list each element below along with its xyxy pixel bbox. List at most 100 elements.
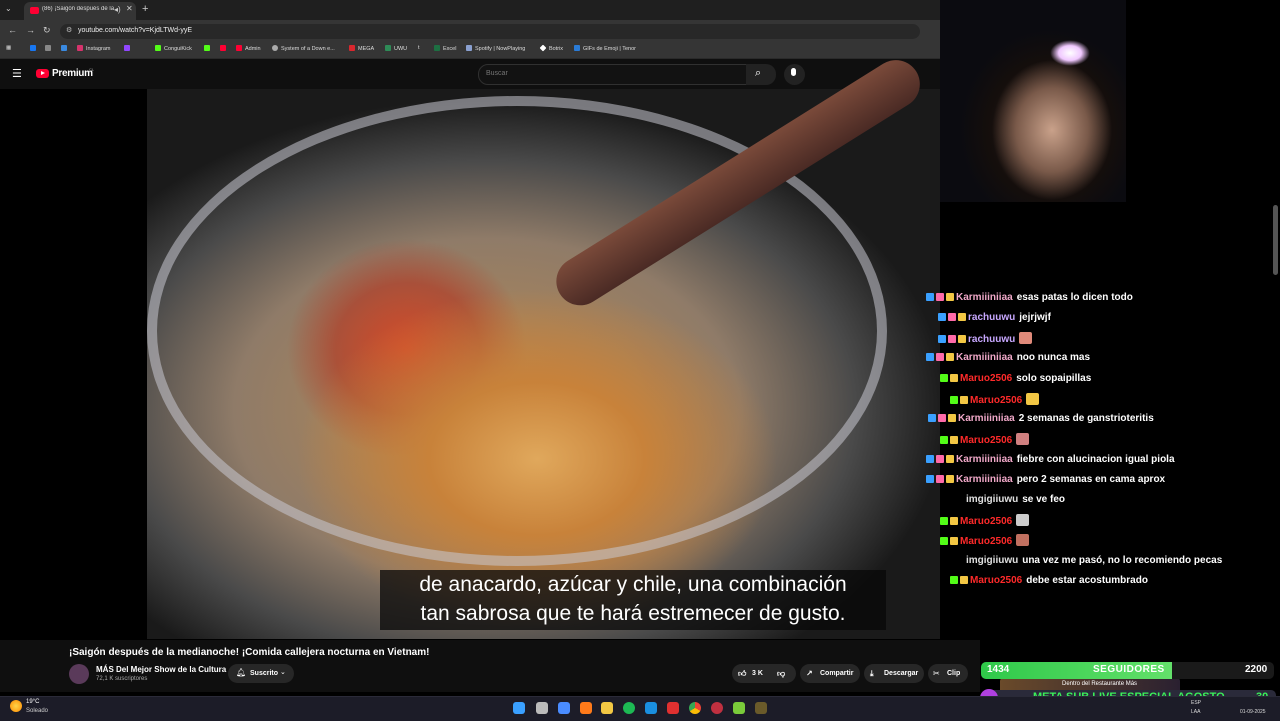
chat-badge-icon [950,537,958,545]
chat-text: 2 semanas de ganstrioteritis [1018,413,1154,424]
keyboard-language[interactable]: ESP [1191,700,1201,706]
chat-badge-icon [946,353,954,361]
chat-badge-icon [948,414,956,422]
search-input[interactable] [486,70,726,77]
chat-text: fiebre con alucinacion igual piola [1016,454,1175,465]
tab-search-icon[interactable]: ⌄ [5,4,12,13]
task-view-icon[interactable] [536,702,548,714]
chat-badge-icon [950,374,958,382]
chat-username[interactable]: imgigiiuwu [966,494,1018,505]
forward-icon[interactable]: → [26,25,35,35]
bookmark-conguikick[interactable]: ConguiKick [155,45,192,52]
chat-message: Maruo2506 [940,514,1030,527]
like-icon[interactable]: 👍︎ [738,669,746,679]
page-scrollbar[interactable] [1273,205,1278,275]
channel-name[interactable]: MÁS Del Mejor Show de la Cultura [96,665,226,674]
tab-youtube[interactable]: (86) ¡Saigón después de la m ◂) ✕ [24,2,136,20]
chat-username[interactable]: Maruo2506 [960,516,1012,527]
kick-icon[interactable] [204,45,213,52]
bookmark-spotify[interactable]: Spotify | NowPlaying [466,45,525,52]
chat-badge-icon [950,436,958,444]
youtube-premium-logo[interactable]: Premium [52,68,93,79]
weather-temp[interactable]: 19°C [26,699,39,705]
chat-message: rachuuwu [938,332,1033,345]
obs-icon[interactable] [711,702,723,714]
chat-badge-icon [946,293,954,301]
video-title: ¡Saigón después de la medianoche! ¡Comid… [69,647,430,658]
spotify-icon[interactable] [623,702,635,714]
chat-username[interactable]: Maruo2506 [970,575,1022,586]
copilot-icon[interactable] [558,702,570,714]
url-text[interactable]: youtube.com/watch?v=KjdLTWd-yyE [78,27,192,34]
windows-start-icon[interactable] [513,702,525,714]
hamburger-menu-icon[interactable]: ☰ [12,67,22,80]
bookmark-icon[interactable] [45,45,54,52]
chrome-icon[interactable] [689,702,701,714]
like-count[interactable]: 3 K [752,670,763,677]
chat-username[interactable]: Karmiiiniiaa [956,352,1013,363]
firefox-icon[interactable] [580,702,592,714]
bookmark-gifs-tenor[interactable]: GIFs de Emoji | Tenor [574,45,636,52]
tumblr-icon[interactable]: t [418,45,420,51]
site-info-icon[interactable]: ⚙ [66,26,72,34]
bookmark-uwu[interactable]: UWU [385,45,407,52]
chat-username[interactable]: Karmiiiniiaa [956,292,1013,303]
region-code: CL [89,67,95,72]
chat-username[interactable]: Maruo2506 [960,536,1012,547]
taskbar-date[interactable]: 01-09-2025 [1240,709,1266,715]
bookmark-system-of-a-down[interactable]: System of a Down e... [272,45,335,52]
app-icon[interactable] [667,702,679,714]
chat-message: Karmiiiniiaa 2 semanas de ganstrioteritis [928,413,1154,424]
dislike-icon[interactable]: 👎︎ [777,669,785,679]
voice-search-button[interactable] [784,64,805,85]
bookmark-botrix[interactable]: Botrix [539,44,563,52]
back-icon[interactable]: ← [8,25,17,35]
youtube-logo-icon[interactable] [36,69,49,78]
chat-text: esas patas lo dicen todo [1016,292,1133,303]
chat-badge-icon [936,455,944,463]
app-icon[interactable] [755,702,767,714]
chat-username[interactable]: rachuuwu [968,334,1015,345]
weather-condition[interactable]: Soleado [26,708,48,714]
weather-icon[interactable] [10,700,22,712]
facebook-icon[interactable] [30,45,39,52]
channel-avatar[interactable] [69,664,89,684]
chat-badge-icon [940,436,948,444]
youtube-favicon-icon [30,7,39,14]
chat-username[interactable]: Karmiiiniiaa [956,474,1013,485]
chat-username[interactable]: Maruo2506 [960,373,1012,384]
apps-icon[interactable]: ▦ [6,45,11,51]
bookmark-mega[interactable]: MEGA [349,45,374,52]
keyboard-layout[interactable]: LAA [1191,709,1200,715]
chat-username[interactable]: rachuuwu [968,312,1015,323]
reload-icon[interactable]: ↻ [43,25,51,36]
bookmark-admin[interactable]: Admin [236,45,261,52]
search-box[interactable] [478,64,748,85]
chat-emote-icon [1016,433,1030,445]
chat-username[interactable]: imgigiiuwu [966,555,1018,566]
chat-message: Karmiiiniiaa fiebre con alucinacion igual… [926,454,1175,465]
speaker-icon[interactable]: ◂) [114,5,121,14]
kick-app-icon[interactable] [733,702,745,714]
chat-badge-icon [948,313,956,321]
chat-username[interactable]: Karmiiiniiaa [958,413,1015,424]
chat-badge-icon [958,313,966,321]
new-tab-button[interactable]: + [142,3,148,15]
bookmark-excel[interactable]: Excel [434,45,456,52]
file-explorer-icon[interactable] [601,702,613,714]
chat-username[interactable]: Karmiiiniiaa [956,454,1013,465]
bookmark-icon[interactable] [61,45,70,52]
search-button[interactable]: ⌕ [746,64,776,85]
chat-emote-icon [1019,332,1033,344]
youtube-icon[interactable] [220,45,229,52]
tab-title: (86) ¡Saigón después de la m [42,6,114,12]
chat-username[interactable]: Maruo2506 [970,395,1022,406]
chat-badge-icon [960,576,968,584]
bookmark-instagram[interactable]: Instagram [77,45,110,52]
tab-close-icon[interactable]: ✕ [126,4,133,13]
twitch-icon[interactable] [124,45,133,52]
chat-username[interactable]: Maruo2506 [960,435,1012,446]
search-icon: ⌕ [755,67,762,79]
steam-icon[interactable] [645,702,657,714]
chat-emote-icon [1016,514,1030,526]
